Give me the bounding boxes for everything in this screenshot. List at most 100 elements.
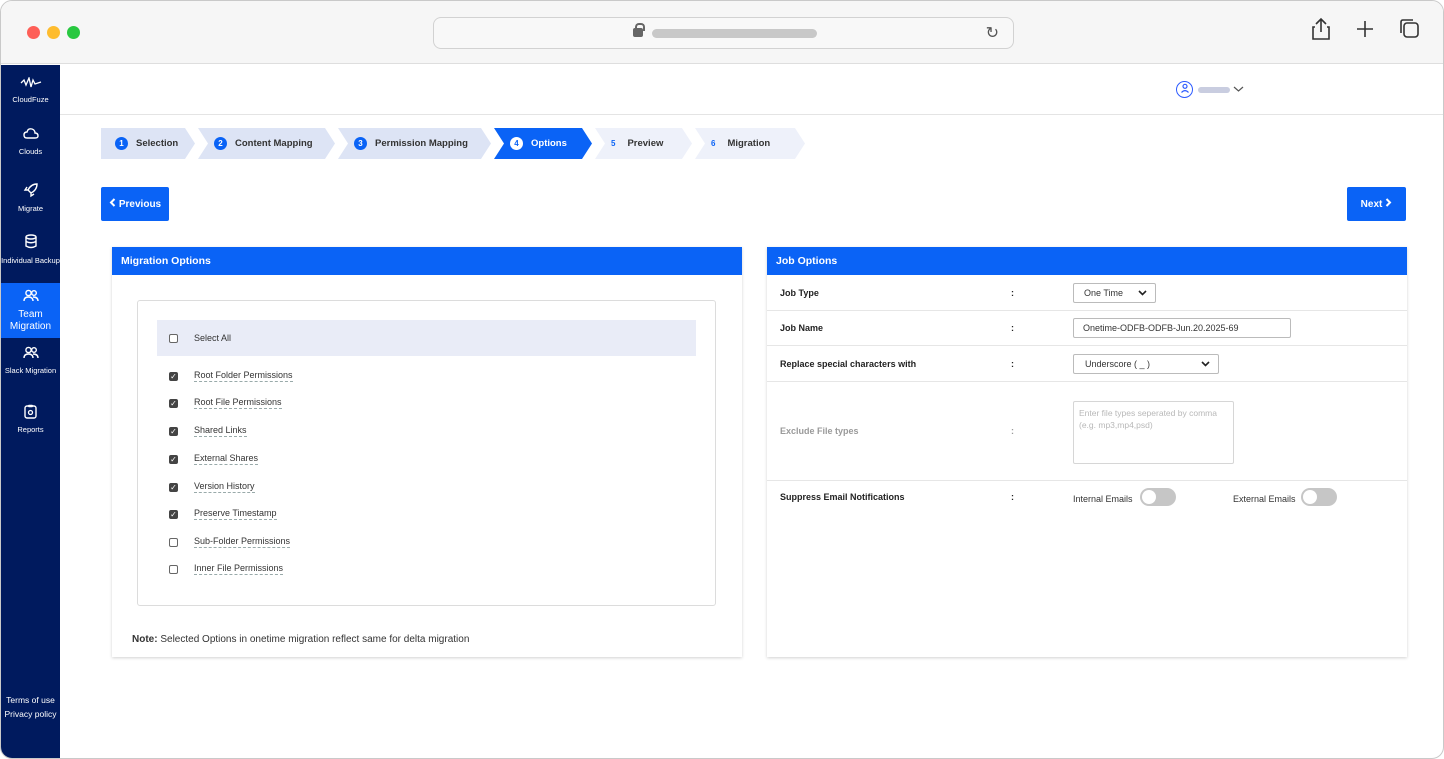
option-checkbox[interactable]: ✓ bbox=[169, 509, 178, 519]
user-menu[interactable] bbox=[1176, 81, 1244, 98]
step-permission-mapping[interactable]: 3 Permission Mapping bbox=[338, 128, 491, 159]
option-checkbox[interactable]: ✓ bbox=[169, 482, 178, 492]
job-name-label: Job Name bbox=[780, 323, 824, 333]
option-root-folder-permissions[interactable]: ✓ Root Folder Permissions bbox=[169, 370, 293, 382]
tabs-icon[interactable] bbox=[1398, 17, 1420, 49]
job-type-value: One Time bbox=[1084, 288, 1124, 298]
exclude-file-types-row: Exclude File types : Enter file types se… bbox=[767, 382, 1407, 481]
select-all-checkbox[interactable] bbox=[169, 333, 178, 343]
job-type-label: Job Type bbox=[780, 288, 819, 298]
privacy-link[interactable]: Privacy policy bbox=[1, 707, 60, 721]
replace-chars-value: Underscore ( _ ) bbox=[1085, 359, 1151, 369]
clipboard-icon bbox=[1, 404, 60, 423]
exclude-file-types-label: Exclude File types bbox=[780, 426, 859, 436]
sidebar-item-clouds[interactable]: Clouds bbox=[1, 127, 60, 156]
option-label: Shared Links bbox=[194, 425, 247, 437]
logo-text: CloudFuze bbox=[12, 95, 49, 104]
address-bar[interactable]: ↻ bbox=[433, 17, 1014, 49]
option-label: Root File Permissions bbox=[194, 397, 282, 409]
panel-title: Migration Options bbox=[112, 247, 742, 275]
browser-titlebar: ↻ bbox=[1, 1, 1443, 64]
sidebar-item-individual-backup[interactable]: Individual Backup bbox=[1, 234, 60, 266]
option-checkbox[interactable] bbox=[169, 564, 178, 574]
exclude-file-types-textarea[interactable]: Enter file types seperated by comma (e.g… bbox=[1073, 401, 1234, 464]
migration-options-panel: Migration Options Select All ✓ Root Fold… bbox=[112, 247, 742, 657]
option-inner-file-permissions[interactable]: Inner File Permissions bbox=[169, 563, 284, 575]
step-options[interactable]: 4 Options bbox=[494, 128, 592, 159]
url-redacted bbox=[652, 29, 817, 38]
external-emails-toggle[interactable] bbox=[1301, 488, 1337, 506]
sidebar: CloudFuze Clouds Migrate Individual Back… bbox=[1, 65, 60, 758]
internal-emails-toggle[interactable] bbox=[1140, 488, 1176, 506]
sidebar-item-slack-migration[interactable]: Slack Migration bbox=[1, 346, 60, 376]
step-preview[interactable]: 5 Preview bbox=[595, 128, 692, 159]
chevron-down-icon bbox=[1201, 355, 1210, 379]
username-redacted bbox=[1198, 86, 1230, 93]
option-sub-folder-permissions[interactable]: Sub-Folder Permissions bbox=[169, 536, 291, 548]
sidebar-item-label: Migrate bbox=[17, 204, 43, 213]
sidebar-logo[interactable]: CloudFuze bbox=[1, 75, 60, 104]
rocket-icon bbox=[1, 182, 60, 202]
step-selection[interactable]: 1 Selection bbox=[101, 128, 195, 159]
option-shared-links[interactable]: ✓ Shared Links bbox=[169, 425, 247, 437]
option-root-file-permissions[interactable]: ✓ Root File Permissions bbox=[169, 397, 282, 409]
suppress-email-row: Suppress Email Notifications : Internal … bbox=[767, 481, 1407, 521]
top-header bbox=[60, 65, 1443, 115]
option-label: Sub-Folder Permissions bbox=[194, 536, 291, 548]
wizard-steps: 1 Selection 2 Content Mapping 3 Permissi… bbox=[101, 128, 808, 159]
note-text: Selected Options in onetime migration re… bbox=[157, 634, 470, 645]
user-icon bbox=[1176, 81, 1193, 98]
sidebar-item-label: Reports bbox=[17, 425, 44, 434]
maximize-window-button[interactable] bbox=[67, 26, 80, 39]
replace-chars-select[interactable]: Underscore ( _ ) bbox=[1073, 354, 1219, 374]
cloudfuze-logo-icon bbox=[1, 75, 60, 93]
minimize-window-button[interactable] bbox=[47, 26, 60, 39]
colon: : bbox=[1011, 359, 1014, 369]
option-label: Version History bbox=[194, 481, 255, 493]
option-checkbox[interactable]: ✓ bbox=[169, 426, 178, 436]
step-label: Migration bbox=[727, 138, 771, 149]
previous-label: Previous bbox=[118, 198, 162, 210]
option-checkbox[interactable]: ✓ bbox=[169, 371, 178, 381]
step-number: 1 bbox=[115, 137, 128, 150]
reload-icon[interactable]: ↻ bbox=[986, 23, 999, 43]
plus-icon[interactable] bbox=[1355, 17, 1375, 49]
users-icon bbox=[1, 289, 60, 307]
chevron-down-icon bbox=[1138, 284, 1147, 308]
next-button[interactable]: Next bbox=[1347, 187, 1406, 221]
share-icon[interactable] bbox=[1311, 17, 1331, 49]
sidebar-item-team-migration[interactable]: Team Migration bbox=[1, 283, 60, 338]
job-name-row: Job Name : Onetime-ODFB-ODFB-Jun.20.2025… bbox=[767, 311, 1407, 346]
step-migration[interactable]: 6 Migration bbox=[695, 128, 805, 159]
option-checkbox[interactable] bbox=[169, 537, 178, 547]
job-name-input[interactable]: Onetime-ODFB-ODFB-Jun.20.2025-69 bbox=[1073, 318, 1291, 338]
panel-title: Job Options bbox=[767, 247, 1407, 275]
option-version-history[interactable]: ✓ Version History bbox=[169, 481, 255, 493]
option-checkbox[interactable]: ✓ bbox=[169, 454, 178, 464]
chevron-down-icon bbox=[1233, 84, 1244, 96]
chevron-left-icon bbox=[109, 198, 116, 210]
sidebar-item-label: Clouds bbox=[18, 147, 43, 156]
cloud-icon bbox=[1, 127, 60, 145]
sidebar-item-reports[interactable]: Reports bbox=[1, 404, 60, 434]
internal-emails-label: Internal Emails bbox=[1073, 494, 1133, 504]
terms-link[interactable]: Terms of use bbox=[1, 693, 60, 707]
option-external-shares[interactable]: ✓ External Shares bbox=[169, 453, 259, 465]
sidebar-item-label: Team Migration bbox=[9, 309, 52, 332]
colon: : bbox=[1011, 288, 1014, 298]
step-label: Content Mapping bbox=[235, 138, 313, 149]
option-checkbox[interactable]: ✓ bbox=[169, 398, 178, 408]
step-number: 5 bbox=[611, 139, 616, 148]
step-content-mapping[interactable]: 2 Content Mapping bbox=[198, 128, 335, 159]
select-all-row[interactable]: Select All bbox=[157, 320, 696, 356]
step-number: 3 bbox=[354, 137, 367, 150]
job-type-select[interactable]: One Time bbox=[1073, 283, 1156, 303]
sidebar-item-migrate[interactable]: Migrate bbox=[1, 182, 60, 213]
close-window-button[interactable] bbox=[27, 26, 40, 39]
option-preserve-timestamp[interactable]: ✓ Preserve Timestamp bbox=[169, 508, 277, 520]
previous-button[interactable]: Previous bbox=[101, 187, 169, 221]
job-type-row: Job Type : One Time bbox=[767, 275, 1407, 311]
lock-icon bbox=[633, 23, 645, 37]
step-label: Permission Mapping bbox=[375, 138, 468, 149]
users-icon bbox=[1, 346, 60, 364]
